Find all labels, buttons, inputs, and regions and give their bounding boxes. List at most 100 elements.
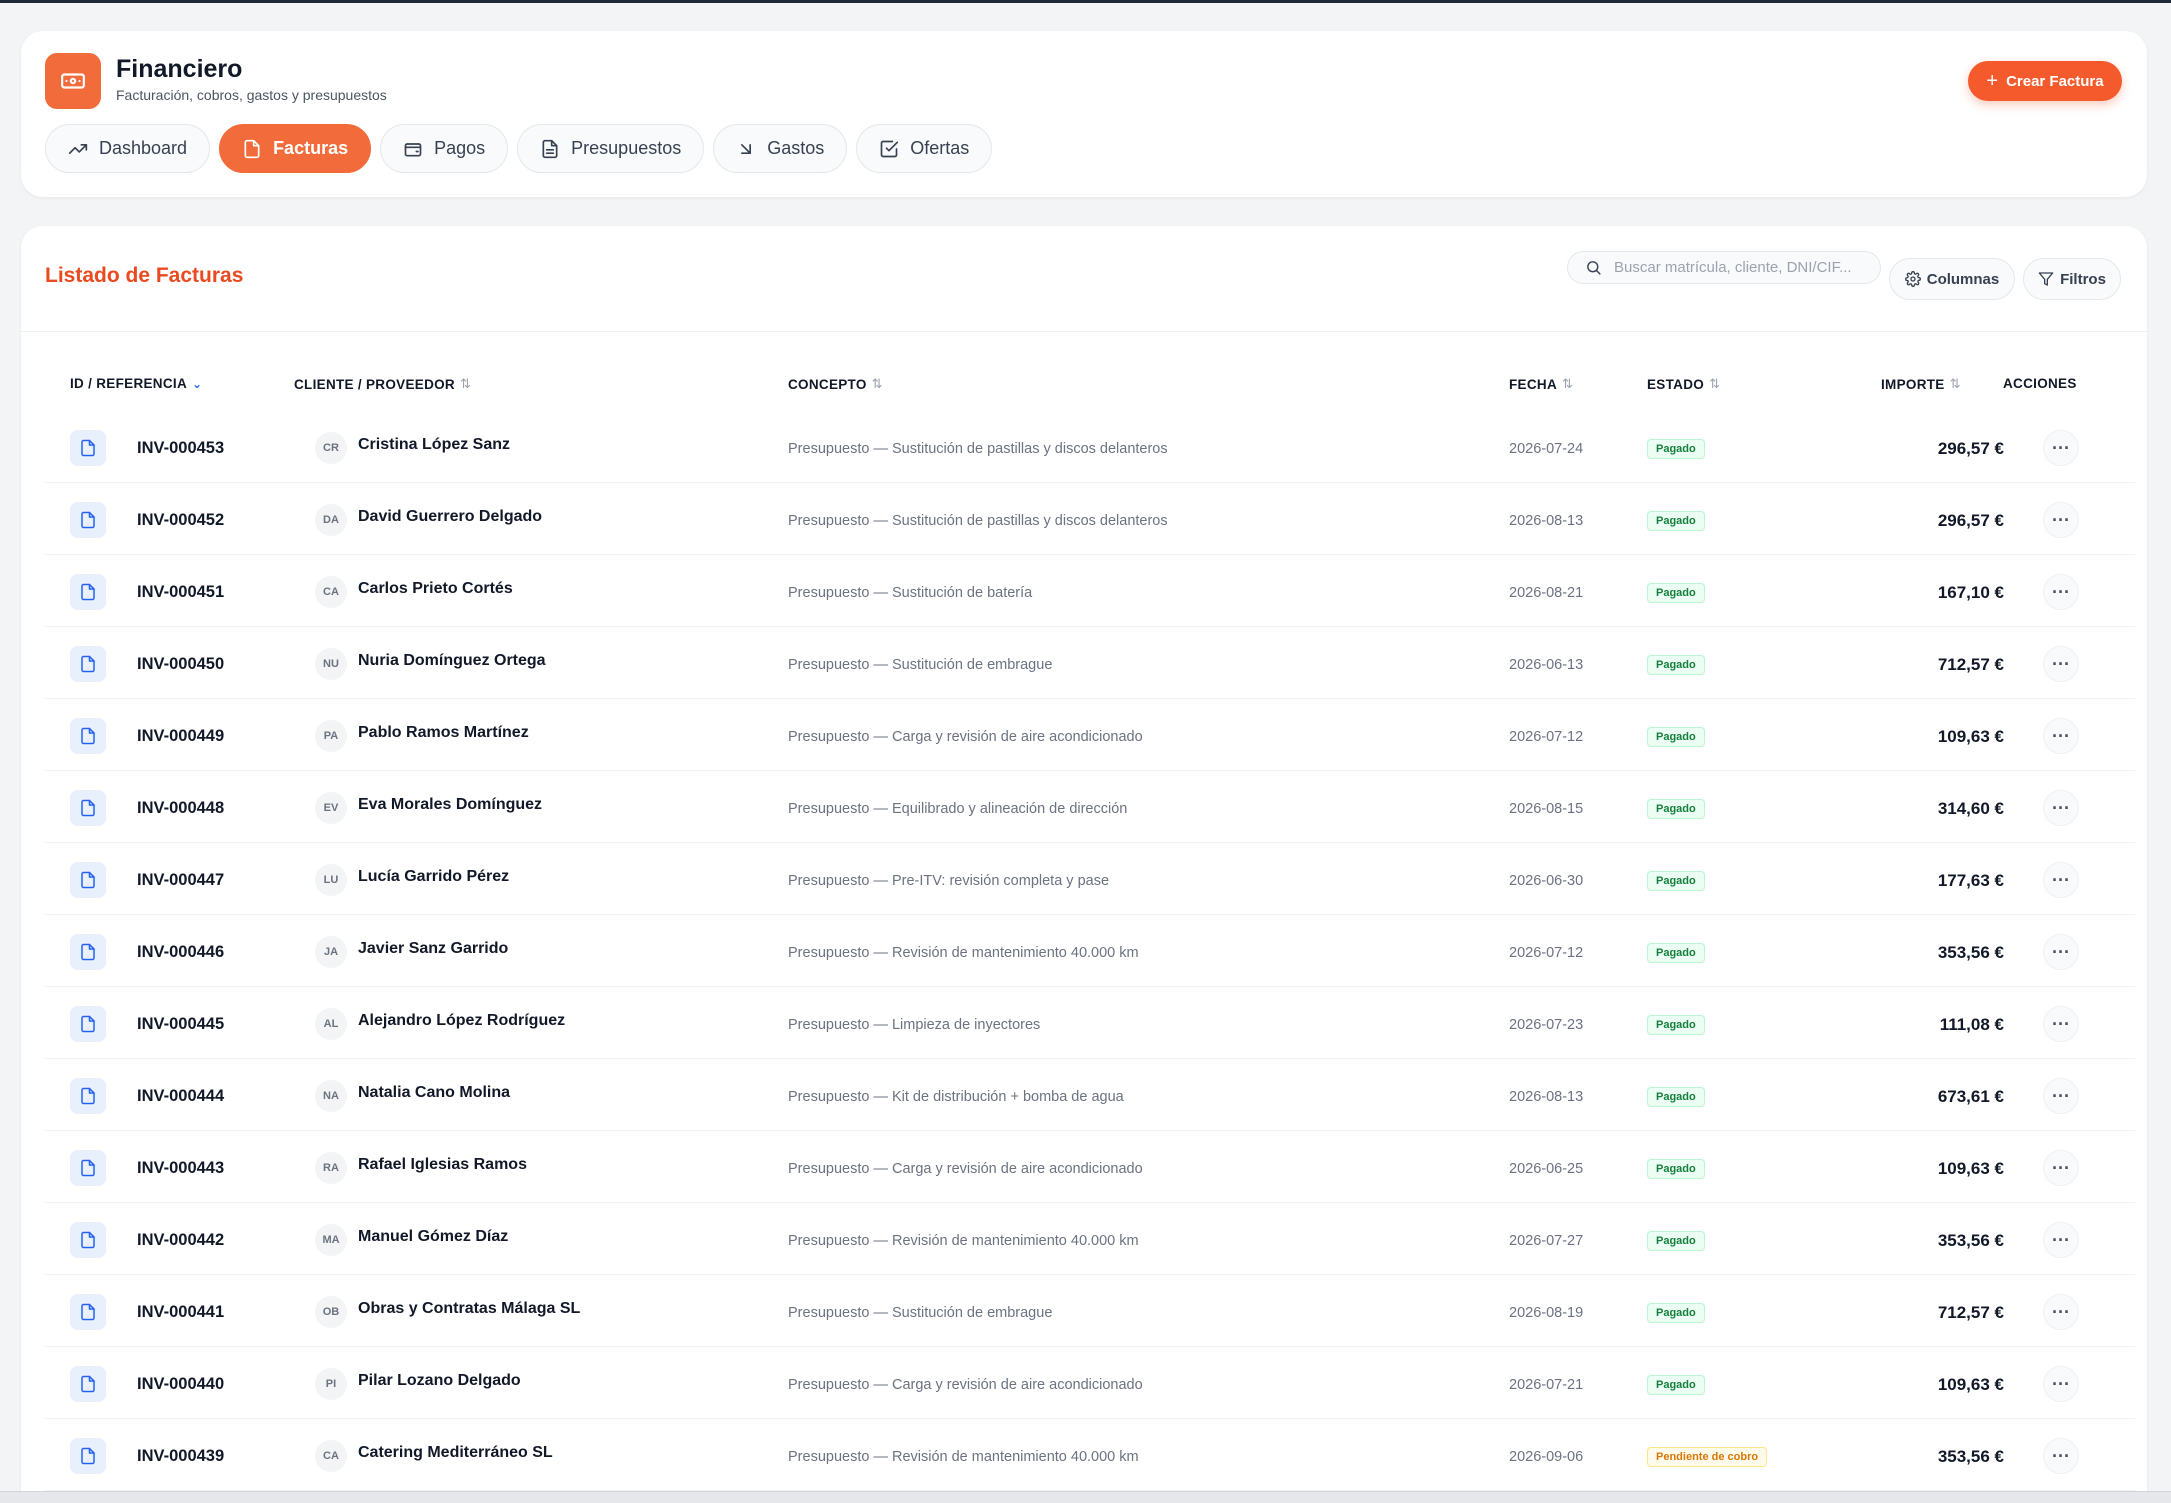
column-header-status[interactable]: ESTADO ⇅ [1647, 376, 1720, 392]
invoice-reference[interactable]: INV-000442 [137, 1231, 224, 1250]
plus-icon: + [1986, 70, 1999, 92]
invoice-reference[interactable]: INV-000448 [137, 799, 224, 818]
list-title: Listado de Facturas [45, 264, 244, 287]
table-row[interactable]: INV-000449 PA Pablo Ramos Martínez Presu… [45, 699, 2135, 771]
more-actions-button[interactable]: ··· [2043, 1150, 2079, 1186]
invoice-reference[interactable]: INV-000447 [137, 871, 224, 890]
page-subtitle: Facturación, cobros, gastos y presupuest… [116, 87, 387, 103]
invoice-reference[interactable]: INV-000450 [137, 655, 224, 674]
tab-presupuestos[interactable]: Presupuestos [517, 124, 705, 173]
status-badge: Pagado [1647, 1375, 1705, 1395]
concept-text: Presupuesto — Pre-ITV: revisión completa… [788, 873, 1110, 889]
more-actions-button[interactable]: ··· [2043, 934, 2079, 970]
invoice-amount: 111,08 € [1939, 1015, 2004, 1034]
more-actions-button[interactable]: ··· [2043, 1078, 2079, 1114]
search-input[interactable]: Buscar matrícula, cliente, DNI/CIF... [1567, 251, 1881, 284]
more-actions-button[interactable]: ··· [2043, 574, 2079, 610]
more-actions-button[interactable]: ··· [2043, 862, 2079, 898]
table-row[interactable]: INV-000453 CR Cristina López Sanz Presup… [45, 411, 2135, 483]
filters-button[interactable]: Filtros [2023, 258, 2121, 300]
more-actions-button[interactable]: ··· [2043, 718, 2079, 754]
concept-text: Presupuesto — Revisión de mantenimiento … [788, 945, 1139, 961]
column-header-client[interactable]: CLIENTE / PROVEEDOR ⇅ [294, 376, 471, 392]
invoice-reference[interactable]: INV-000453 [137, 439, 224, 458]
table-row[interactable]: INV-000448 EV Eva Morales Domínguez Pres… [45, 771, 2135, 843]
more-actions-button[interactable]: ··· [2043, 430, 2079, 466]
bottom-scrollbar[interactable] [0, 1491, 2171, 1503]
tab-label: Facturas [273, 138, 349, 158]
table-row[interactable]: INV-000446 JA Javier Sanz Garrido Presup… [45, 915, 2135, 987]
column-header-id[interactable]: ID / REFERENCIA ⌄ [70, 376, 202, 391]
status-badge: Pagado [1647, 871, 1705, 891]
avatar: DA [315, 504, 347, 536]
avatar: AL [315, 1008, 347, 1040]
invoice-amount: 353,56 € [1937, 943, 2004, 962]
search-icon [1587, 261, 1601, 275]
columns-button[interactable]: Columnas [1889, 258, 2015, 300]
client-name: Alejandro López Rodríguez [358, 1012, 566, 1029]
avatar: EV [315, 792, 347, 824]
concept-text: Presupuesto — Sustitución de pastillas y… [788, 513, 1168, 529]
invoice-reference[interactable]: INV-000452 [137, 511, 224, 530]
invoice-reference[interactable]: INV-000443 [137, 1159, 224, 1178]
table-row[interactable]: INV-000451 CA Carlos Prieto Cortés Presu… [45, 555, 2135, 627]
invoice-reference[interactable]: INV-000446 [137, 943, 224, 962]
concept-text: Presupuesto — Sustitución de batería [788, 585, 1033, 601]
more-actions-button[interactable]: ··· [2043, 502, 2079, 538]
client-name: Javier Sanz Garrido [358, 940, 509, 957]
table-row[interactable]: INV-000440 PI Pilar Lozano Delgado Presu… [45, 1347, 2135, 1419]
tab-ofertas[interactable]: Ofertas [856, 124, 993, 173]
invoice-date: 2026-09-06 [1509, 1449, 1584, 1465]
table-row[interactable]: INV-000452 DA David Guerrero Delgado Pre… [45, 483, 2135, 555]
status-badge: Pagado [1647, 1303, 1705, 1323]
create-invoice-button[interactable]: + Crear Factura [1968, 61, 2122, 101]
invoice-reference[interactable]: INV-000440 [137, 1375, 224, 1394]
table-row[interactable]: INV-000450 NU Nuria Domínguez Ortega Pre… [45, 627, 2135, 699]
table-row[interactable]: INV-000443 RA Rafael Iglesias Ramos Pres… [45, 1131, 2135, 1203]
tab-dashboard[interactable]: Dashboard [45, 124, 211, 173]
client-name: Carlos Prieto Cortés [358, 580, 513, 597]
more-actions-button[interactable]: ··· [2043, 1438, 2079, 1474]
concept-text: Presupuesto — Sustitución de pastillas y… [788, 441, 1168, 457]
invoice-reference[interactable]: INV-000449 [137, 727, 224, 746]
avatar: LU [315, 864, 347, 896]
search-placeholder: Buscar matrícula, cliente, DNI/CIF... [1614, 259, 1852, 276]
invoice-reference[interactable]: INV-000451 [137, 583, 224, 602]
sort-icon: ⇅ [1562, 376, 1574, 391]
client-name: Pilar Lozano Delgado [358, 1372, 521, 1389]
sort-icon: ⇅ [1949, 376, 1961, 391]
more-actions-button[interactable]: ··· [2043, 1366, 2079, 1402]
invoice-file-icon [70, 1222, 106, 1258]
invoice-reference[interactable]: INV-000445 [137, 1015, 224, 1034]
tab-pagos[interactable]: Pagos [380, 124, 509, 173]
avatar: NU [315, 648, 347, 680]
invoice-reference[interactable]: INV-000439 [137, 1447, 224, 1466]
invoice-reference[interactable]: INV-000441 [137, 1303, 224, 1322]
tab-label: Pagos [434, 138, 486, 158]
client-name: Pablo Ramos Martínez [358, 724, 529, 741]
table-row[interactable]: INV-000444 NA Natalia Cano Molina Presup… [45, 1059, 2135, 1131]
invoice-file-icon [70, 1078, 106, 1114]
invoice-file-icon [70, 862, 106, 898]
table-row[interactable]: INV-000447 LU Lucía Garrido Pérez Presup… [45, 843, 2135, 915]
table-row[interactable]: INV-000439 CA Catering Mediterráneo SL P… [45, 1419, 2135, 1491]
tab-facturas[interactable]: Facturas [219, 124, 372, 173]
table-row[interactable]: INV-000441 OB Obras y Contratas Málaga S… [45, 1275, 2135, 1347]
more-actions-button[interactable]: ··· [2043, 1294, 2079, 1330]
column-header-date[interactable]: FECHA ⇅ [1509, 376, 1573, 392]
concept-text: Presupuesto — Carga y revisión de aire a… [788, 1377, 1143, 1393]
more-actions-button[interactable]: ··· [2043, 646, 2079, 682]
more-horizontal-icon: ··· [2052, 581, 2070, 602]
invoice-reference[interactable]: INV-000444 [137, 1087, 224, 1106]
more-actions-button[interactable]: ··· [2043, 1006, 2079, 1042]
invoice-file-icon [70, 1438, 106, 1474]
table-row[interactable]: INV-000445 AL Alejandro López Rodríguez … [45, 987, 2135, 1059]
table-row[interactable]: INV-000442 MA Manuel Gómez Díaz Presupue… [45, 1203, 2135, 1275]
more-actions-button[interactable]: ··· [2043, 1222, 2079, 1258]
client-name: Obras y Contratas Málaga SL [358, 1300, 581, 1317]
column-header-amount[interactable]: IMPORTE ⇅ [1881, 376, 1961, 392]
tab-gastos[interactable]: Gastos [713, 124, 848, 173]
column-header-concept[interactable]: CONCEPTO ⇅ [788, 376, 883, 392]
invoice-date: 2026-07-12 [1509, 729, 1584, 745]
more-actions-button[interactable]: ··· [2043, 790, 2079, 826]
